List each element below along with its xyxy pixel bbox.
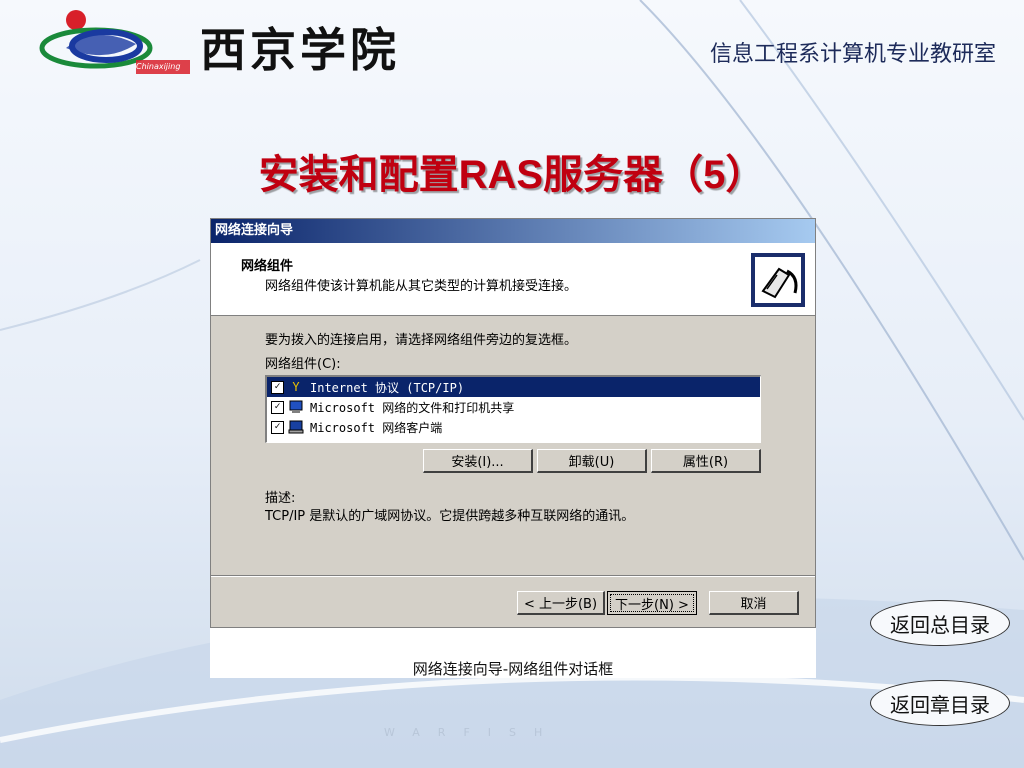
properties-button[interactable]: 属性(R) bbox=[651, 449, 761, 473]
back-button[interactable]: < 上一步(B) bbox=[517, 591, 605, 615]
component-label: Microsoft 网络客户端 bbox=[310, 420, 443, 435]
component-label: Microsoft 网络的文件和打印机共享 bbox=[310, 400, 515, 415]
dialog-titlebar: 网络连接向导 bbox=[211, 219, 815, 243]
main-menu-link[interactable]: 返回总目录 bbox=[870, 600, 1010, 646]
network-client-icon bbox=[288, 420, 304, 434]
file-share-icon bbox=[288, 400, 304, 414]
header-title: 网络组件 bbox=[241, 259, 294, 274]
footer-separator bbox=[211, 575, 815, 577]
component-row-file-share[interactable]: ✓ Microsoft 网络的文件和打印机共享 bbox=[267, 397, 760, 417]
component-checkbox[interactable]: ✓ bbox=[271, 400, 284, 414]
network-wizard-dialog: 网络连接向导 网络组件 网络组件使该计算机能从其它类型的计算机接受连接。 要为拨… bbox=[210, 218, 816, 628]
protocol-icon: Y bbox=[292, 380, 300, 394]
cancel-button[interactable]: 取消 bbox=[709, 591, 799, 615]
description-label: 描述: bbox=[265, 491, 296, 506]
network-cable-icon bbox=[749, 251, 807, 309]
components-listbox[interactable]: ✓ Y Internet 协议 (TCP/IP) ✓ Microsoft 网络的… bbox=[265, 375, 761, 443]
component-checkbox[interactable]: ✓ bbox=[271, 380, 284, 394]
school-logo: Chinaxijing bbox=[36, 4, 194, 78]
component-row-client[interactable]: ✓ Microsoft 网络客户端 bbox=[267, 417, 760, 437]
dialog-header: 网络组件 网络组件使该计算机能从其它类型的计算机接受连接。 bbox=[211, 243, 815, 316]
slide-title: 安装和配置RAS服务器（5） bbox=[258, 153, 766, 197]
watermark-text: WARFISH bbox=[384, 726, 561, 739]
install-button[interactable]: 安装(I)... bbox=[423, 449, 533, 473]
next-button[interactable]: 下一步(N) > bbox=[607, 591, 697, 615]
component-label: Internet 协议 (TCP/IP) bbox=[310, 380, 465, 395]
component-row-tcpip[interactable]: ✓ Y Internet 协议 (TCP/IP) bbox=[267, 377, 760, 397]
components-label: 网络组件(C): bbox=[265, 357, 341, 372]
figure-caption: 网络连接向导-网络组件对话框 bbox=[412, 660, 614, 678]
description-text: TCP/IP 是默认的广域网协议。它提供跨越多种互联网络的通讯。 bbox=[265, 509, 635, 524]
department-name: 信息工程系计算机专业教研室 bbox=[709, 42, 996, 67]
caption-box: 网络连接向导-网络组件对话框 bbox=[210, 628, 816, 678]
school-name: 西京学院 bbox=[200, 23, 400, 77]
uninstall-button[interactable]: 卸载(U) bbox=[537, 449, 647, 473]
header-subtitle: 网络组件使该计算机能从其它类型的计算机接受连接。 bbox=[265, 279, 578, 294]
component-checkbox[interactable]: ✓ bbox=[271, 420, 284, 434]
chapter-menu-link[interactable]: 返回章目录 bbox=[870, 680, 1010, 726]
logo-text: Chinaxijing bbox=[136, 62, 181, 71]
instruction-text: 要为拨入的连接启用，请选择网络组件旁边的复选框。 bbox=[265, 333, 578, 348]
